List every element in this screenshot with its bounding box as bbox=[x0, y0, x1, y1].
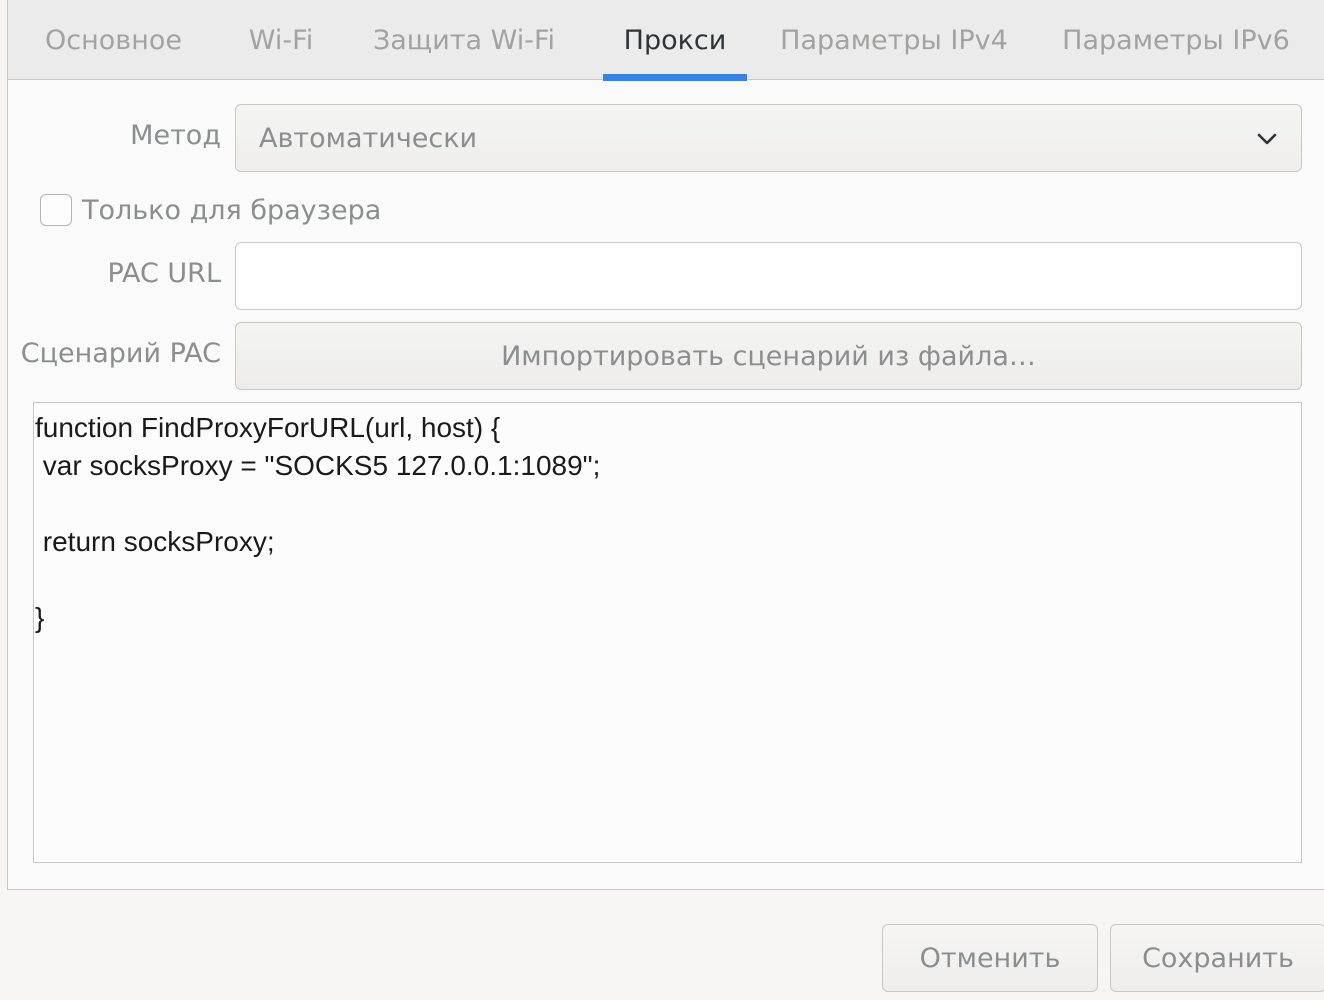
tab-general[interactable]: Основное bbox=[36, 0, 191, 80]
import-script-button[interactable]: Импортировать сценарий из файла… bbox=[235, 322, 1302, 390]
browser-only-checkbox[interactable] bbox=[40, 194, 72, 226]
tab-wifi[interactable]: Wi-Fi bbox=[226, 0, 336, 80]
method-dropdown[interactable]: Автоматически bbox=[235, 104, 1302, 172]
browser-only-row[interactable]: Только для браузера bbox=[40, 190, 381, 230]
tab-ipv6[interactable]: Параметры IPv6 bbox=[1060, 0, 1292, 80]
save-button[interactable]: Сохранить bbox=[1110, 924, 1324, 992]
tab-bar: Основное Wi-Fi Защита Wi-Fi Прокси Парам… bbox=[8, 0, 1324, 81]
pac-url-field[interactable] bbox=[235, 242, 1302, 310]
pac-url-label: PAC URL bbox=[107, 258, 221, 289]
method-value: Автоматически bbox=[259, 122, 478, 154]
chevron-down-icon bbox=[1257, 133, 1277, 145]
pac-script-editor[interactable]: function FindProxyForURL(url, host) { va… bbox=[33, 402, 1302, 863]
settings-panel: Основное Wi-Fi Защита Wi-Fi Прокси Парам… bbox=[7, 0, 1324, 890]
tab-wifi-security[interactable]: Защита Wi-Fi bbox=[364, 0, 564, 80]
cancel-button[interactable]: Отменить bbox=[882, 924, 1098, 992]
tab-ipv4[interactable]: Параметры IPv4 bbox=[778, 0, 1010, 80]
tab-proxy[interactable]: Прокси bbox=[603, 0, 747, 81]
method-label: Метод bbox=[130, 120, 221, 151]
browser-only-label: Только для браузера bbox=[82, 194, 382, 226]
pac-script-label: Сценарий PAC bbox=[20, 338, 221, 369]
